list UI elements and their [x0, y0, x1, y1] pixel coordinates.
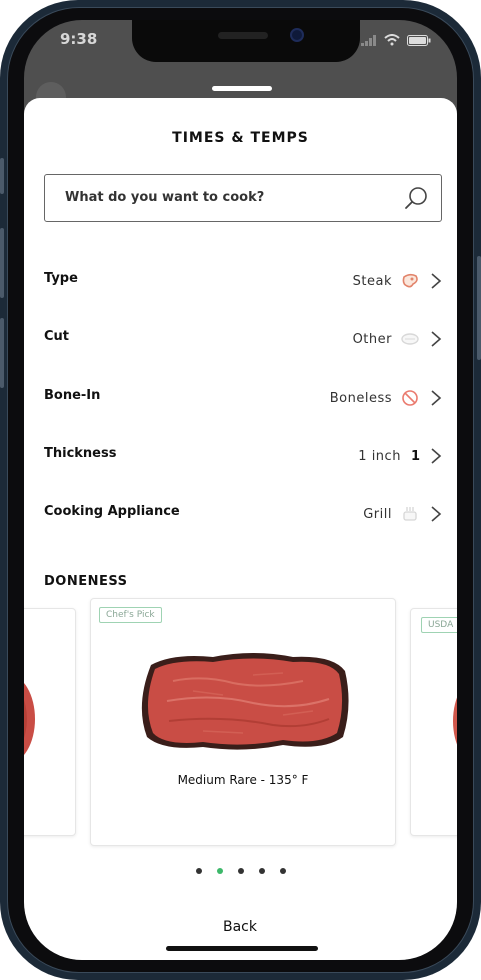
- pagination-dot[interactable]: [258, 868, 265, 874]
- row-value-group: 1 inch 1: [358, 441, 442, 471]
- chevron-right-icon: [431, 506, 442, 522]
- search-input[interactable]: [63, 175, 393, 220]
- row-value-group: Steak: [353, 266, 442, 296]
- thickness-number: 1: [410, 448, 420, 464]
- no-bone-icon: [400, 388, 420, 408]
- doneness-heading: DONENESS: [44, 574, 128, 589]
- row-label: Thickness: [44, 446, 117, 461]
- back-button[interactable]: Back: [190, 908, 290, 944]
- row-label: Cooking Appliance: [44, 504, 180, 519]
- notch: [132, 20, 360, 62]
- row-label: Type: [44, 271, 78, 286]
- row-value-group: Grill: [363, 499, 442, 529]
- battery-icon: [407, 35, 431, 46]
- chefs-pick-badge: Chef's Pick: [99, 607, 162, 623]
- bone-in-value: Boneless: [329, 390, 392, 406]
- pagination-dot[interactable]: [195, 868, 202, 874]
- row-value-group: Boneless: [330, 383, 442, 413]
- volume-down-button: [0, 318, 4, 388]
- doneness-card-selected[interactable]: Chef's Pick Medium Rare - 135° F: [90, 598, 396, 846]
- row-label: Bone-In: [44, 388, 101, 403]
- cut-row[interactable]: Cut Other: [44, 324, 442, 354]
- sheet-grabber[interactable]: [212, 86, 272, 91]
- steak-image: [24, 683, 35, 755]
- cut-value: Other: [352, 331, 392, 347]
- steak-image: [453, 697, 457, 745]
- times-temps-sheet: TIMES & TEMPS Type Steak: [24, 86, 457, 960]
- chevron-right-icon: [431, 331, 442, 347]
- row-label: Cut: [44, 329, 70, 344]
- bone-in-row[interactable]: Bone-In Boneless: [44, 383, 442, 413]
- pagination-dot[interactable]: [279, 868, 286, 874]
- doneness-label: Medium Rare - 135° F: [177, 773, 309, 787]
- grill-icon: [400, 504, 420, 524]
- action-button: [0, 158, 4, 194]
- status-bar: 9:38: [24, 20, 457, 80]
- search-box[interactable]: [44, 174, 442, 222]
- chevron-right-icon: [431, 273, 442, 289]
- power-button: [477, 256, 481, 360]
- volume-up-button: [0, 228, 4, 298]
- doneness-card-next[interactable]: USDA: [410, 608, 457, 836]
- chevron-right-icon: [431, 390, 442, 406]
- wifi-icon: [384, 34, 400, 46]
- appliance-value: Grill: [363, 506, 392, 522]
- other-cut-icon: [400, 329, 420, 349]
- type-value: Steak: [352, 273, 392, 289]
- speaker-grille: [218, 32, 268, 39]
- medium-rare-steak-image: [141, 653, 349, 750]
- doneness-card-prev[interactable]: [24, 608, 76, 836]
- thickness-row[interactable]: Thickness 1 inch 1: [44, 441, 442, 471]
- usda-badge: USDA: [421, 617, 457, 633]
- signal-icon: [361, 35, 377, 46]
- status-time: 9:38: [60, 30, 98, 48]
- front-camera: [290, 28, 304, 42]
- page-title: TIMES & TEMPS: [172, 130, 309, 146]
- cooking-appliance-row[interactable]: Cooking Appliance Grill: [44, 499, 442, 529]
- carousel-pagination: [24, 868, 457, 874]
- steak-icon: [400, 271, 420, 291]
- pagination-dot[interactable]: [237, 868, 244, 874]
- pagination-dot-active[interactable]: [216, 868, 223, 874]
- chevron-right-icon: [431, 448, 442, 464]
- search-icon[interactable]: [403, 185, 429, 211]
- phone-frame: 9:38 TIMES & TEMPS What do you want to c…: [0, 0, 481, 980]
- thickness-value: 1 inch: [358, 448, 401, 464]
- status-icons: [361, 34, 431, 49]
- screen: 9:38 TIMES & TEMPS What do you want to c…: [24, 20, 457, 960]
- type-row[interactable]: Type Steak: [44, 266, 442, 296]
- home-indicator[interactable]: [166, 946, 318, 951]
- row-value-group: Other: [353, 324, 442, 354]
